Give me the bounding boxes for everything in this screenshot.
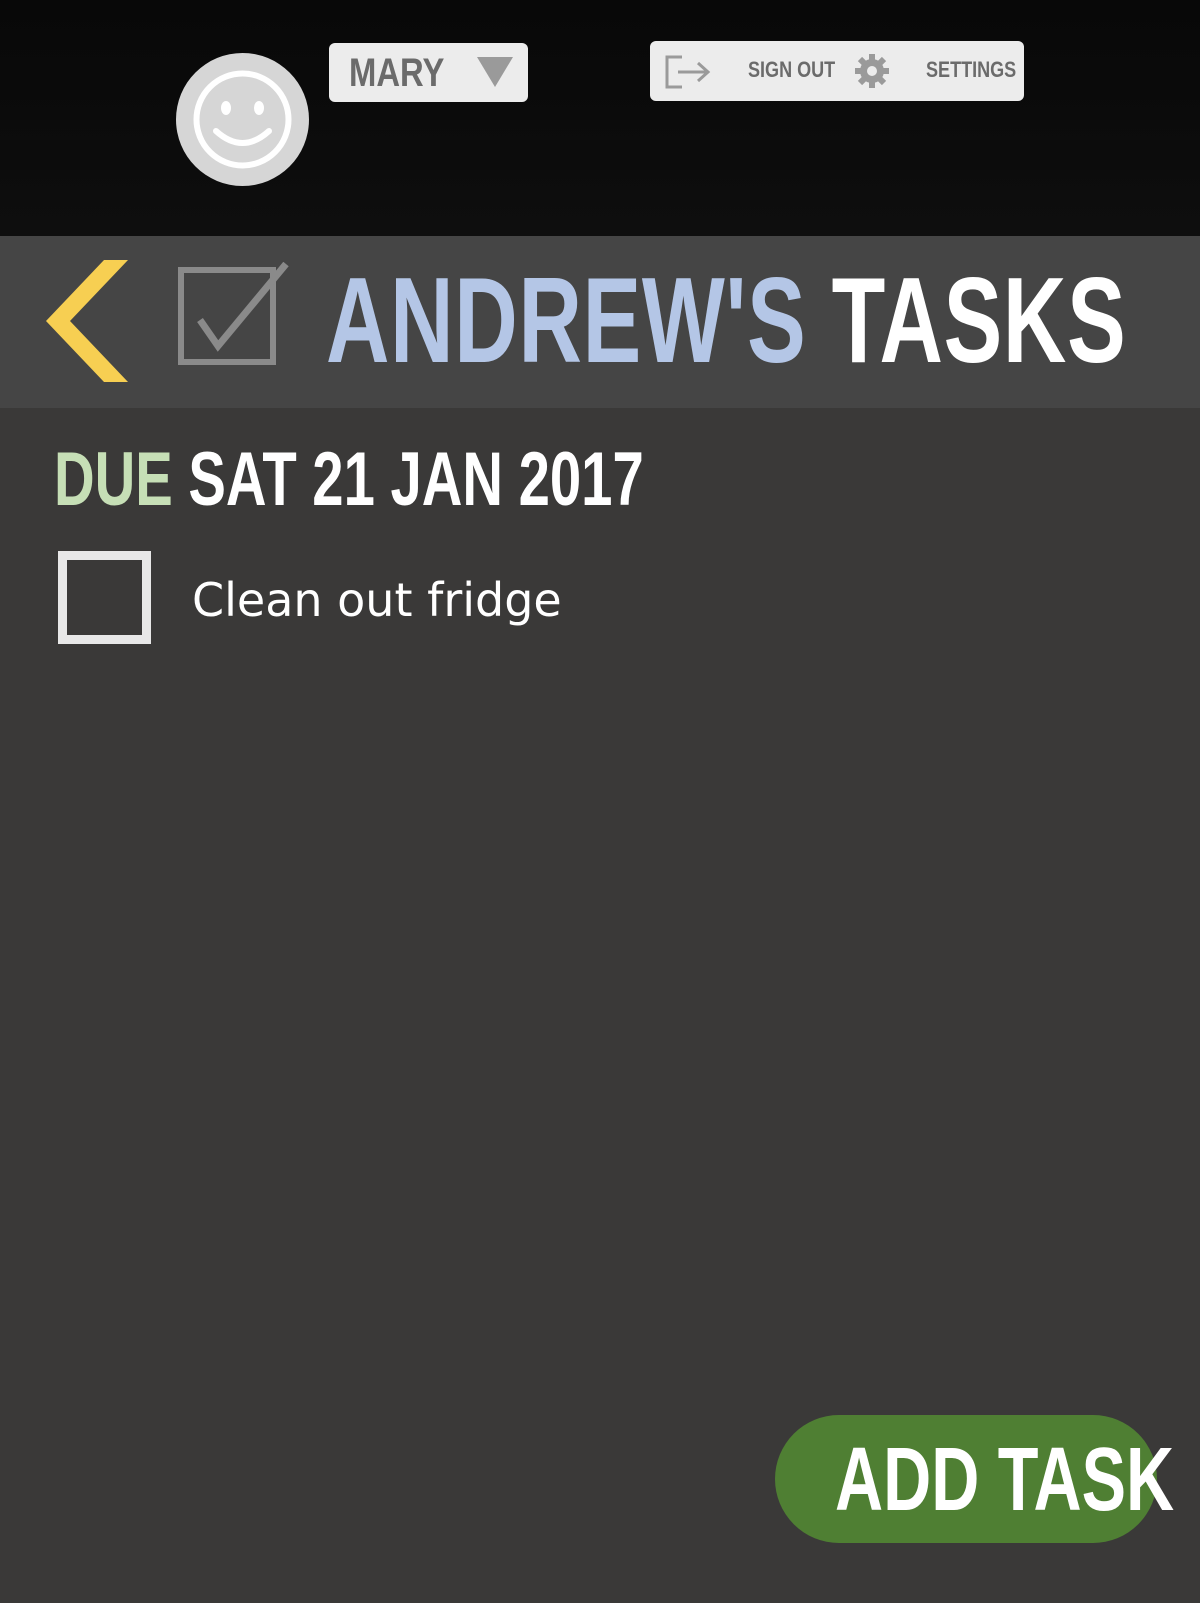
gear-icon <box>855 54 889 88</box>
page-title-owner: ANDREW'S <box>326 252 807 388</box>
user-avatar[interactable] <box>176 53 309 186</box>
page-title-word: TASKS <box>831 252 1127 388</box>
page-title: ANDREW'S TASKS <box>326 250 1126 390</box>
sign-out-icon <box>665 55 711 89</box>
triangle-down-icon <box>477 57 513 87</box>
checked-box-icon <box>178 262 289 365</box>
sign-out-label: SIGN OUT <box>748 57 836 82</box>
settings-label: SETTINGS <box>926 57 1017 82</box>
due-date: SAT 21 JAN 2017 <box>188 437 644 522</box>
task-checkbox[interactable] <box>58 551 151 644</box>
add-task-button[interactable]: ADD TASK <box>775 1415 1174 1543</box>
due-label: DUE <box>54 437 173 522</box>
account-bar: SIGN OUT SETTINGS <box>650 41 1024 101</box>
task-label: Clean out fridge <box>192 573 562 627</box>
smiley-face-icon <box>193 70 292 169</box>
add-task-label: ADD TASK <box>835 1430 1175 1530</box>
due-date-heading: DUE SAT 21 JAN 2017 <box>54 436 644 523</box>
current-user-name: MARY <box>349 51 445 95</box>
title-bar: ANDREW'S TASKS <box>0 236 1200 408</box>
user-dropdown[interactable]: MARY <box>329 43 528 102</box>
task-item[interactable]: Clean out fridge <box>58 551 658 646</box>
sign-out-button[interactable]: SIGN OUT <box>664 41 836 101</box>
top-bar: MARY SIGN OUT SETTINGS <box>0 0 1200 236</box>
chevron-left-icon <box>46 260 128 382</box>
settings-button[interactable]: SETTINGS <box>854 41 1019 101</box>
back-button[interactable] <box>46 260 128 382</box>
